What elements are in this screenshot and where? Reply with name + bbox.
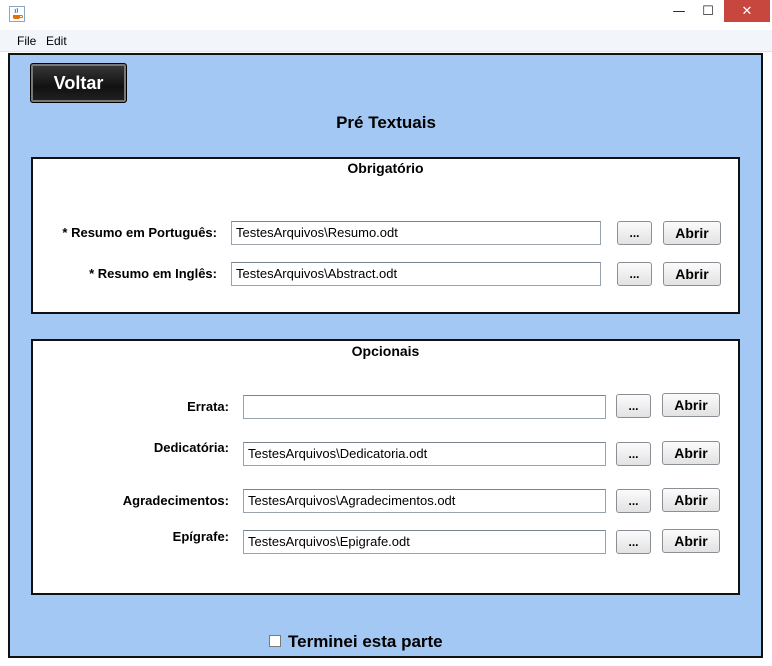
back-button[interactable]: Voltar <box>30 63 127 103</box>
close-button[interactable]: ✕ <box>724 0 770 22</box>
resumo-ingles-label: * Resumo em Inglês: <box>89 266 217 281</box>
agradecimentos-browse-button[interactable]: ... <box>616 489 651 513</box>
agradecimentos-open-button[interactable]: Abrir <box>662 488 720 512</box>
menu-bar <box>0 30 772 52</box>
epigrafe-open-button[interactable]: Abrir <box>662 529 720 553</box>
resumo-ingles-field[interactable]: TestesArquivos\Abstract.odt <box>231 262 601 286</box>
resumo-portugues-browse-button[interactable]: ... <box>617 221 652 245</box>
java-cup-icon <box>9 6 25 22</box>
maximize-button[interactable]: ☐ <box>694 0 722 22</box>
agradecimentos-label: Agradecimentos: <box>122 493 229 508</box>
window-title-bar[interactable] <box>0 0 772 30</box>
done-checkbox-label[interactable]: Terminei esta parte <box>288 632 443 652</box>
dedicatoria-browse-button[interactable]: ... <box>616 442 651 466</box>
required-group-title: Obrigatório <box>347 160 424 176</box>
optional-group <box>31 339 740 595</box>
dedicatoria-open-button[interactable]: Abrir <box>662 441 720 465</box>
agradecimentos-field[interactable]: TestesArquivos\Agradecimentos.odt <box>243 489 606 513</box>
page-title: Pré Textuais <box>336 113 436 132</box>
resumo-portugues-open-button[interactable]: Abrir <box>663 221 721 245</box>
errata-field[interactable] <box>243 395 606 419</box>
resumo-portugues-label: * Resumo em Português: <box>62 225 217 240</box>
minimize-button[interactable]: — <box>664 0 694 22</box>
errata-open-button[interactable]: Abrir <box>662 393 720 417</box>
epigrafe-label: Epígrafe: <box>172 529 229 544</box>
epigrafe-browse-button[interactable]: ... <box>616 530 651 554</box>
errata-browse-button[interactable]: ... <box>616 394 651 418</box>
menu-file[interactable]: File <box>17 34 36 48</box>
errata-label: Errata: <box>187 399 229 414</box>
optional-group-title: Opcionais <box>351 343 420 359</box>
resumo-portugues-field[interactable]: TestesArquivos\Resumo.odt <box>231 221 601 245</box>
resumo-ingles-browse-button[interactable]: ... <box>617 262 652 286</box>
epigrafe-field[interactable]: TestesArquivos\Epigrafe.odt <box>243 530 606 554</box>
menu-edit[interactable]: Edit <box>46 34 67 48</box>
dedicatoria-label: Dedicatória: <box>153 440 229 455</box>
done-checkbox[interactable] <box>269 635 281 647</box>
dedicatoria-field[interactable]: TestesArquivos\Dedicatoria.odt <box>243 442 606 466</box>
resumo-ingles-open-button[interactable]: Abrir <box>663 262 721 286</box>
